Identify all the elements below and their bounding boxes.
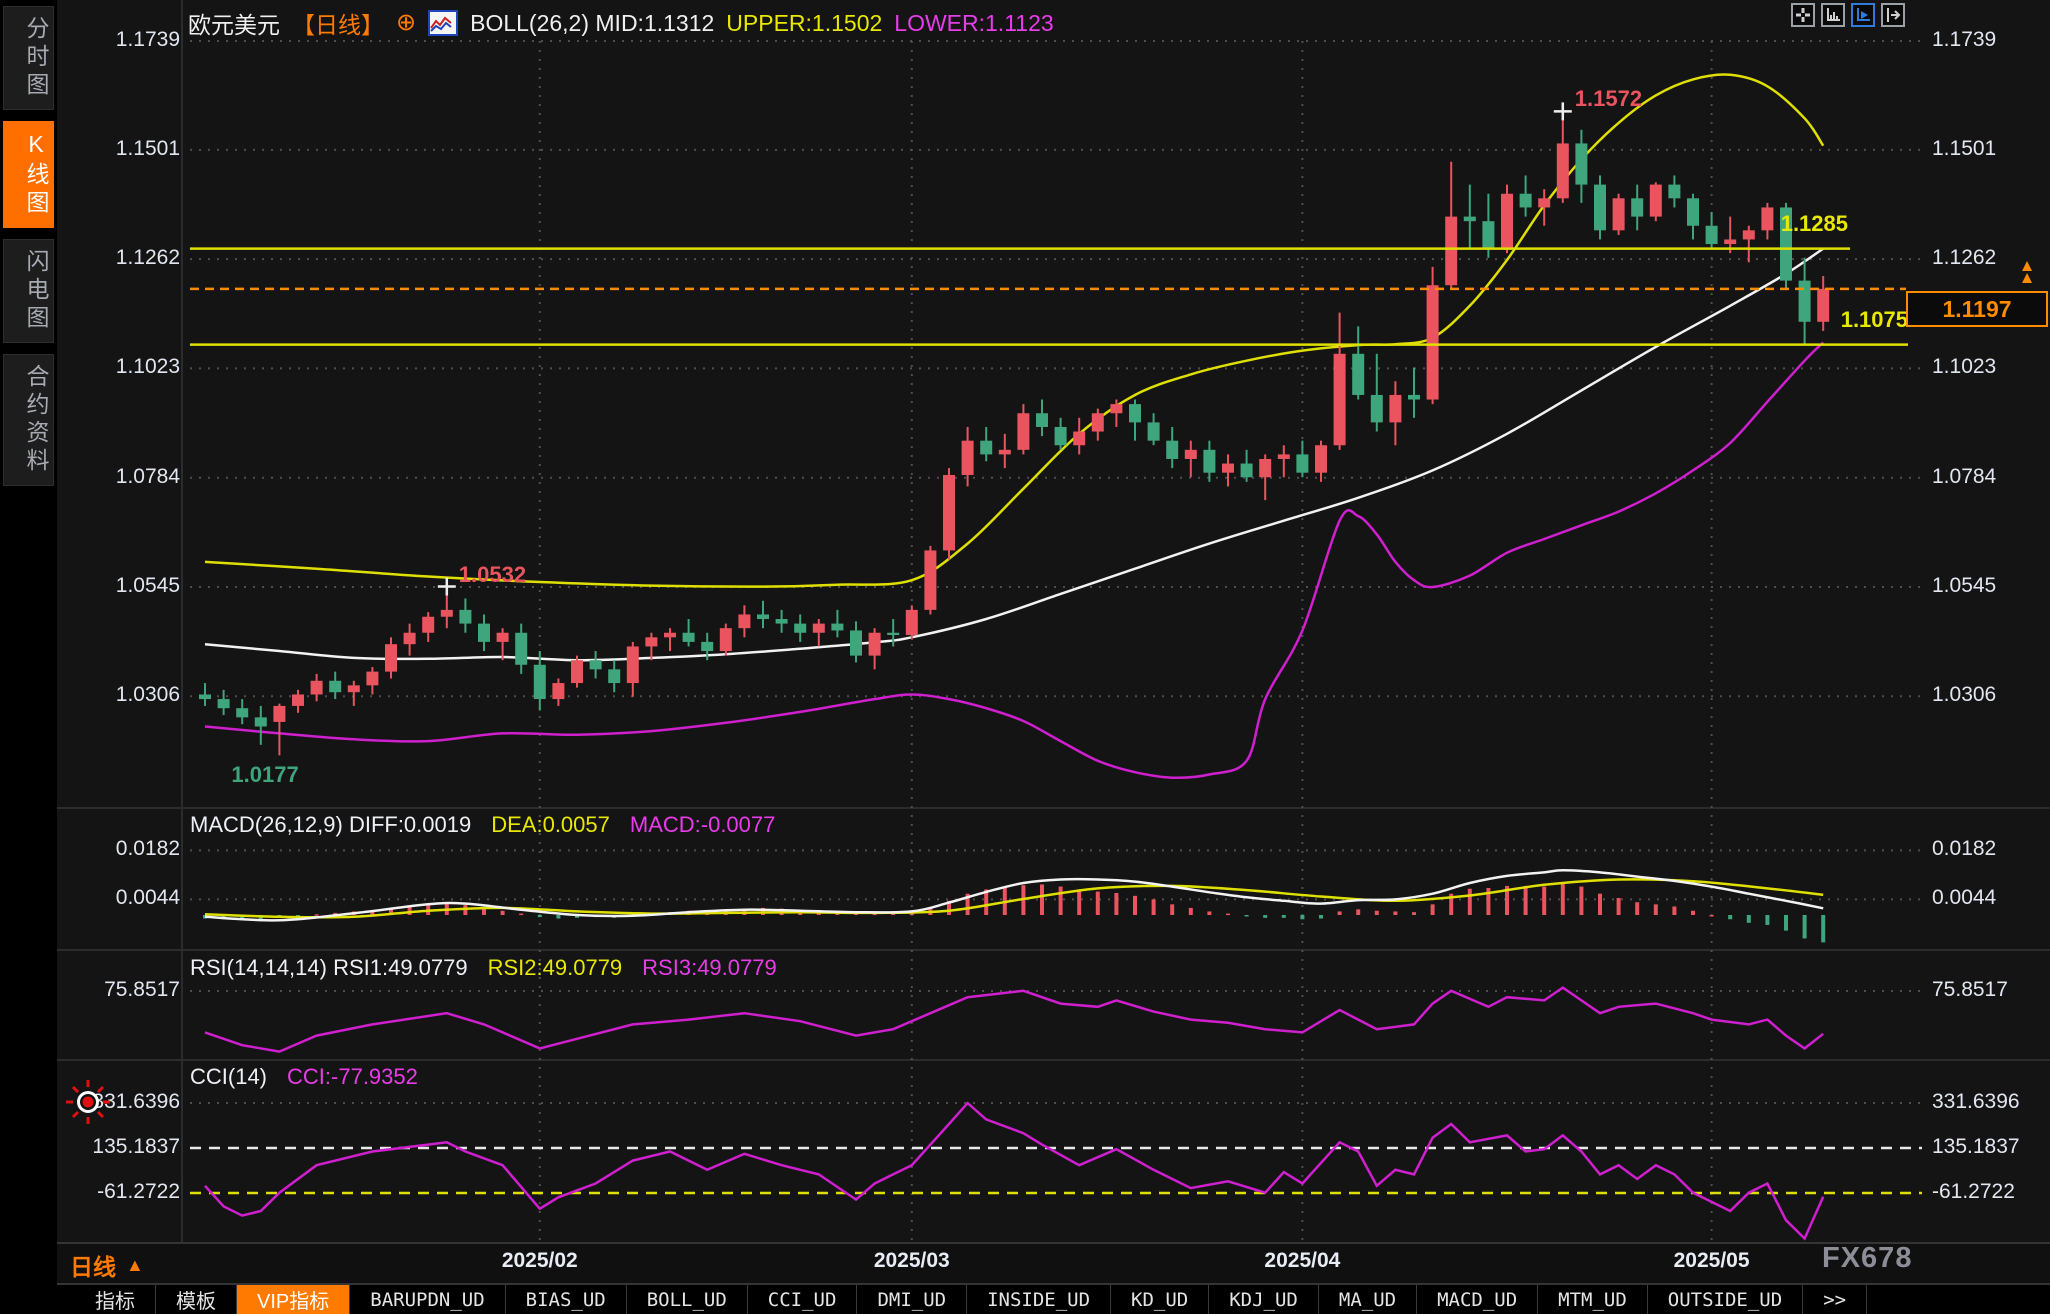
rsi1-readout: RSI(14,14,14) RSI1:49.0779 — [190, 955, 468, 981]
crosshair-tool-button[interactable] — [1791, 3, 1815, 27]
toolbar-tab-11[interactable]: MA_UD — [1319, 1285, 1417, 1314]
chart-header: 欧元美元 【日线】 ⊕ BOLL(26,2) MID:1.1312 UPPER:… — [188, 6, 1054, 40]
chart-canvas[interactable] — [0, 0, 2050, 1314]
toolbar-tab-13[interactable]: MTM_UD — [1538, 1285, 1648, 1314]
price-up-arrow-icon: ▲▲ — [2014, 260, 2040, 284]
chart-type-sidebar: 分时图 K线图闪电图合约资料 — [0, 0, 57, 1314]
period-label: 日线 — [70, 1248, 116, 1282]
toolbar-tab-3[interactable]: BARUPDN_UD — [350, 1285, 505, 1314]
toolbar-tab-6[interactable]: CCI_UD — [748, 1285, 858, 1314]
period-selector[interactable]: 日线 ▲ — [70, 1248, 144, 1282]
sidebar-tab-3[interactable]: 合约资料 — [3, 354, 54, 486]
macd-dea-readout: DEA:0.0057 — [491, 812, 610, 838]
boll-lower-readout: LOWER:1.1123 — [894, 10, 1053, 37]
toolbar-tab-7[interactable]: DMI_UD — [857, 1285, 967, 1314]
boll-readout: BOLL(26,2) MID:1.1312 — [470, 10, 714, 37]
toolbar-tab-15[interactable]: >> — [1803, 1285, 1867, 1314]
toolbar-tab-0[interactable]: 指标 — [75, 1285, 156, 1314]
toolbar-tab-5[interactable]: BOLL_UD — [627, 1285, 748, 1314]
cci-label: CCI(14) — [190, 1064, 267, 1090]
cci-readout-row: CCI(14) CCI:-77.9352 — [190, 1064, 418, 1090]
mini-chart-icon[interactable] — [428, 10, 458, 36]
live-alert-icon — [62, 1076, 114, 1128]
rsi3-readout: RSI3:49.0779 — [642, 955, 777, 981]
period-arrow-icon: ▲ — [126, 1255, 144, 1276]
symbol-name: 欧元美元 — [188, 6, 280, 40]
toolbar-tab-1[interactable]: 模板 — [156, 1285, 237, 1314]
watermark: FX678 — [1822, 1242, 1912, 1275]
sidebar-tab-0[interactable]: 分时图 — [3, 6, 54, 110]
toolbar-tab-14[interactable]: OUTSIDE_UD — [1648, 1285, 1803, 1314]
rsi-readout-row: RSI(14,14,14) RSI1:49.0779 RSI2:49.0779 … — [190, 955, 777, 981]
chart-toolbar-top — [1791, 3, 1905, 27]
circle-plus-icon[interactable]: ⊕ — [396, 12, 416, 34]
toolbar-tab-4[interactable]: BIAS_UD — [506, 1285, 627, 1314]
macd-diff-readout: MACD(26,12,9) DIFF:0.0019 — [190, 812, 471, 838]
exit-fullscreen-button[interactable] — [1881, 3, 1905, 27]
macd-readout-row: MACD(26,12,9) DIFF:0.0019 DEA:0.0057 MAC… — [190, 812, 775, 838]
fx-chart-app: { "header": { "symbol": "欧元美元", "period_… — [0, 0, 2050, 1314]
sidebar-tab-2[interactable]: 闪电图 — [3, 239, 54, 343]
macd-hist-readout: MACD:-0.0077 — [630, 812, 776, 838]
cci-value-readout: CCI:-77.9352 — [287, 1064, 418, 1090]
period-tag: 【日线】 — [292, 6, 384, 40]
toolbar-tab-2[interactable]: VIP指标 — [237, 1285, 350, 1314]
current-price-box: 1.1197 — [1906, 291, 2048, 327]
sidebar-tab-1[interactable]: K线图 — [3, 121, 54, 228]
toolbar-tab-9[interactable]: KD_UD — [1111, 1285, 1209, 1314]
toolbar-tab-10[interactable]: KDJ_UD — [1209, 1285, 1319, 1314]
axis-play-button[interactable] — [1851, 3, 1875, 27]
indicator-toolbar: 指标模板VIP指标BARUPDN_UDBIAS_UDBOLL_UDCCI_UDD… — [0, 1285, 2050, 1314]
boll-upper-readout: UPPER:1.1502 — [726, 10, 882, 37]
rsi2-readout: RSI2:49.0779 — [488, 955, 623, 981]
axis-scale-button[interactable] — [1821, 3, 1845, 27]
toolbar-tab-8[interactable]: INSIDE_UD — [967, 1285, 1111, 1314]
toolbar-tab-12[interactable]: MACD_UD — [1417, 1285, 1538, 1314]
